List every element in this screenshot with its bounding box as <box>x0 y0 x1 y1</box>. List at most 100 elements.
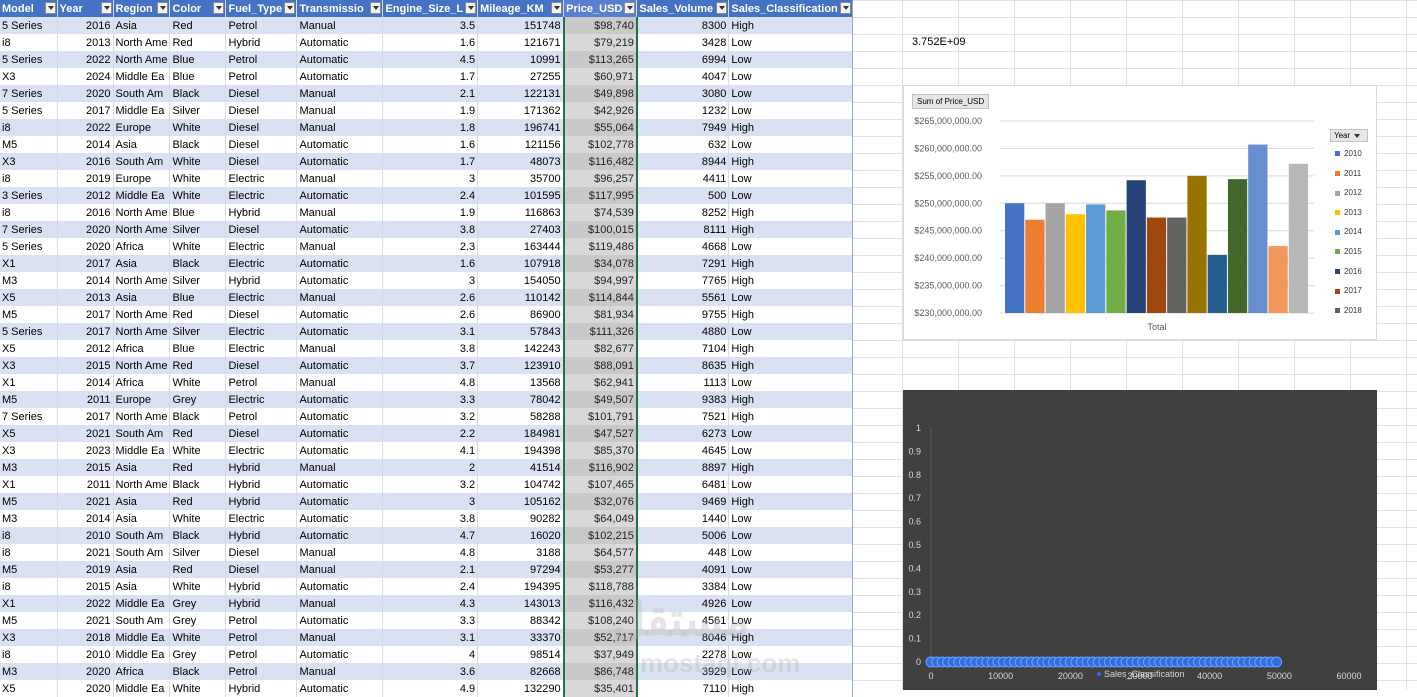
table-cell[interactable]: i8 <box>0 578 58 595</box>
table-cell[interactable]: Middle Ea <box>113 102 171 119</box>
table-cell[interactable]: Manual <box>296 119 384 136</box>
table-cell[interactable]: 2021 <box>57 612 114 629</box>
table-cell[interactable]: Red <box>169 306 227 323</box>
table-cell[interactable]: $88,091 <box>562 357 638 374</box>
table-cell[interactable]: 2016 <box>57 153 114 170</box>
table-cell[interactable]: 2022 <box>57 119 114 136</box>
table-cell[interactable]: 16020 <box>477 527 565 544</box>
table-cell[interactable]: 194395 <box>477 578 565 595</box>
table-cell[interactable]: Blue <box>169 340 227 357</box>
table-cell[interactable]: Diesel <box>225 153 298 170</box>
table-cell[interactable]: North Ame <box>113 357 171 374</box>
table-cell[interactable]: Blue <box>169 289 227 306</box>
table-cell[interactable]: 2010 <box>57 646 114 663</box>
table-cell[interactable]: North Ame <box>113 204 171 221</box>
table-cell[interactable]: $116,902 <box>562 459 638 476</box>
table-cell[interactable]: 2024 <box>57 68 114 85</box>
table-cell[interactable]: High <box>728 17 853 34</box>
bar-2021[interactable] <box>1227 179 1248 313</box>
table-cell[interactable]: Manual <box>296 170 384 187</box>
table-cell[interactable]: High <box>728 493 853 510</box>
table-cell[interactable]: $81,934 <box>562 306 638 323</box>
table-cell[interactable]: Diesel <box>225 85 298 102</box>
table-cell[interactable]: X1 <box>0 374 58 391</box>
table-cell[interactable]: Automatic <box>296 612 384 629</box>
bar-2011[interactable] <box>1025 219 1045 313</box>
table-cell[interactable]: $32,076 <box>562 493 638 510</box>
table-cell[interactable]: 9755 <box>636 306 730 323</box>
table-cell[interactable]: Automatic <box>296 680 384 697</box>
table-cell[interactable]: $60,971 <box>562 68 638 85</box>
column-header-sales-volume[interactable]: Sales_Volume <box>636 0 730 17</box>
table-cell[interactable]: 151748 <box>477 17 565 34</box>
table-cell[interactable]: Automatic <box>296 153 384 170</box>
table-cell[interactable]: 101595 <box>477 187 565 204</box>
table-cell[interactable]: 57843 <box>477 323 565 340</box>
table-cell[interactable]: 5 Series <box>0 51 58 68</box>
table-cell[interactable]: 142243 <box>477 340 565 357</box>
table-cell[interactable]: 163444 <box>477 238 565 255</box>
table-cell[interactable]: Petrol <box>225 663 298 680</box>
table-cell[interactable]: White <box>169 374 227 391</box>
table-cell[interactable]: Automatic <box>296 255 384 272</box>
table-cell[interactable]: Black <box>169 663 227 680</box>
table-cell[interactable]: Middle Ea <box>113 629 171 646</box>
table-cell[interactable]: Manual <box>296 561 384 578</box>
table-cell[interactable]: Automatic <box>296 357 384 374</box>
table-cell[interactable]: Electric <box>225 510 298 527</box>
table-cell[interactable]: 4.3 <box>382 595 479 612</box>
bar-2012[interactable] <box>1045 203 1065 313</box>
table-cell[interactable]: 4.5 <box>382 51 479 68</box>
table-cell[interactable]: Red <box>169 493 227 510</box>
table-cell[interactable]: 2017 <box>57 255 114 272</box>
bar-2015[interactable] <box>1106 210 1126 313</box>
table-cell[interactable]: 2014 <box>57 272 114 289</box>
table-cell[interactable]: 2.1 <box>382 561 479 578</box>
table-cell[interactable]: M5 <box>0 391 58 408</box>
table-cell[interactable]: M5 <box>0 306 58 323</box>
bar-2023[interactable] <box>1268 246 1288 313</box>
table-cell[interactable]: $49,507 <box>562 391 638 408</box>
chevron-down-icon[interactable] <box>1354 133 1361 138</box>
table-cell[interactable]: High <box>728 272 853 289</box>
bar-2010[interactable] <box>1005 203 1025 313</box>
table-cell[interactable]: X1 <box>0 476 58 493</box>
table-cell[interactable]: 2.4 <box>382 578 479 595</box>
table-cell[interactable]: 2021 <box>57 544 114 561</box>
table-cell[interactable]: 3 <box>382 493 479 510</box>
table-cell[interactable]: Automatic <box>296 272 384 289</box>
table-cell[interactable]: Electric <box>225 238 298 255</box>
table-cell[interactable]: Automatic <box>296 391 384 408</box>
table-cell[interactable]: 1.8 <box>382 119 479 136</box>
table-cell[interactable]: 2014 <box>57 136 114 153</box>
column-header-color[interactable]: Color <box>169 0 227 17</box>
table-cell[interactable]: 2.3 <box>382 238 479 255</box>
table-cell[interactable]: High <box>728 408 853 425</box>
table-cell[interactable]: 90282 <box>477 510 565 527</box>
bar-2013[interactable] <box>1065 214 1086 313</box>
table-cell[interactable]: High <box>728 340 853 357</box>
table-cell[interactable]: 4880 <box>636 323 730 340</box>
table-cell[interactable]: Middle Ea <box>113 646 171 663</box>
table-cell[interactable]: Manual <box>296 663 384 680</box>
table-cell[interactable]: 5 Series <box>0 102 58 119</box>
table-cell[interactable]: Red <box>169 357 227 374</box>
table-cell[interactable]: Hybrid <box>225 527 298 544</box>
table-cell[interactable]: 1.6 <box>382 136 479 153</box>
table-cell[interactable]: Petrol <box>225 408 298 425</box>
table-cell[interactable]: Red <box>169 34 227 51</box>
filter-dropdown-icon[interactable] <box>624 2 636 14</box>
table-cell[interactable]: North Ame <box>113 34 171 51</box>
table-cell[interactable]: 4411 <box>636 170 730 187</box>
table-cell[interactable]: Hybrid <box>225 595 298 612</box>
table-cell[interactable]: Electric <box>225 442 298 459</box>
table-cell[interactable]: $53,277 <box>562 561 638 578</box>
table-cell[interactable]: M5 <box>0 612 58 629</box>
table-cell[interactable]: Diesel <box>225 119 298 136</box>
table-cell[interactable]: Asia <box>113 17 171 34</box>
table-cell[interactable]: 123910 <box>477 357 565 374</box>
table-cell[interactable]: 1232 <box>636 102 730 119</box>
table-cell[interactable]: Grey <box>169 612 227 629</box>
table-cell[interactable]: $47,527 <box>562 425 638 442</box>
table-cell[interactable]: Diesel <box>225 357 298 374</box>
